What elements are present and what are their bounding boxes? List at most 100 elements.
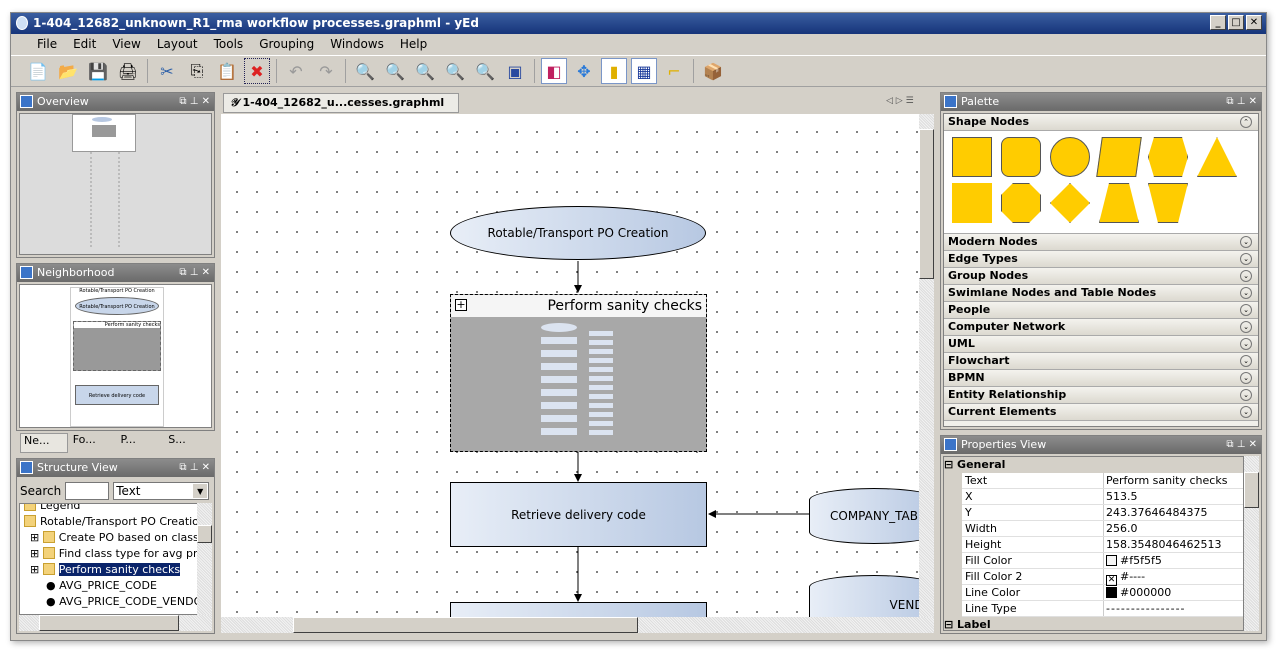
- property-row[interactable]: Width 256.0: [962, 521, 1243, 537]
- redo-icon[interactable]: ↷: [313, 58, 339, 84]
- tab-nav-icons[interactable]: ◁ ▷ ☰: [886, 96, 914, 106]
- layout-icon[interactable]: 📦: [700, 58, 726, 84]
- palette-section[interactable]: Swimlane Nodes and Table Nodes ⌄: [944, 285, 1258, 302]
- group-label[interactable]: ⊟ Label: [944, 617, 1243, 630]
- menu-layout[interactable]: Layout: [149, 37, 206, 51]
- node-retrieve-delivery-code[interactable]: Retrieve delivery code: [450, 482, 707, 547]
- node-start[interactable]: Rotable/Transport PO Creation: [450, 206, 706, 260]
- menu-view[interactable]: View: [104, 37, 148, 51]
- tree-item[interactable]: ● AVG_PRICE_CODE: [24, 578, 197, 594]
- neighborhood-canvas[interactable]: Rotable/Transport PO Creation Rotable/Tr…: [19, 284, 212, 428]
- palette-section[interactable]: Group Nodes ⌄: [944, 268, 1258, 285]
- panel-controls[interactable]: ⧉ ⊥ ✕: [1226, 93, 1257, 111]
- node-company-tab[interactable]: COMPANY_TAB: [809, 488, 919, 544]
- close-button[interactable]: ✕: [1246, 15, 1262, 30]
- shape-diamond[interactable]: [1050, 183, 1090, 223]
- shape-ellipse[interactable]: [1050, 137, 1090, 177]
- navigate-mode-icon[interactable]: ✥: [571, 58, 597, 84]
- orthogonal-edges-icon[interactable]: ⌐: [661, 58, 687, 84]
- tree-item[interactable]: ⊞ Create PO based on class ty: [24, 530, 197, 546]
- palette-section-shape-nodes[interactable]: Shape Nodes ⌃: [944, 114, 1258, 131]
- zoom-out-icon[interactable]: 🔍: [382, 58, 408, 84]
- palette-section[interactable]: UML ⌄: [944, 336, 1258, 353]
- save-icon[interactable]: 💾: [85, 58, 111, 84]
- property-row[interactable]: Y 243.37646484375: [962, 505, 1243, 521]
- overview-canvas[interactable]: [19, 113, 212, 255]
- undo-icon[interactable]: ↶: [283, 58, 309, 84]
- tree-item[interactable]: Legend: [24, 504, 197, 514]
- property-row[interactable]: Text Perform sanity checks: [962, 473, 1243, 489]
- menu-edit[interactable]: Edit: [65, 37, 104, 51]
- tab-s[interactable]: S...: [165, 433, 211, 453]
- structure-search-input[interactable]: [65, 482, 110, 500]
- new-document-icon[interactable]: 📄: [25, 58, 51, 84]
- palette-section[interactable]: Flowchart ⌄: [944, 353, 1258, 370]
- tab-folding[interactable]: Fo...: [70, 433, 116, 453]
- properties-vscrollbar[interactable]: [1244, 456, 1259, 631]
- tree-item[interactable]: ⊞ Find class type for avg price: [24, 546, 197, 562]
- select-mode-icon[interactable]: ◧: [541, 58, 567, 84]
- grid-icon[interactable]: ▦: [631, 58, 657, 84]
- snap-lines-icon[interactable]: ▮: [601, 58, 627, 84]
- panel-controls[interactable]: ⧉ ⊥ ✕: [179, 459, 210, 477]
- palette-section[interactable]: Entity Relationship ⌄: [944, 387, 1258, 404]
- cut-icon[interactable]: ✂: [154, 58, 180, 84]
- shape-octagon[interactable]: [1001, 183, 1041, 223]
- zoom-area-icon[interactable]: 🔍: [472, 58, 498, 84]
- tree-item[interactable]: ● AVG_PRICE_CODE_VENDOF: [24, 594, 197, 610]
- palette-section[interactable]: Computer Network ⌄: [944, 319, 1258, 336]
- panel-controls[interactable]: ⧉ ⊥ ✕: [179, 264, 210, 282]
- property-row[interactable]: Line Color #000000: [962, 585, 1243, 601]
- shape-rectangle-noborder[interactable]: [952, 183, 992, 223]
- panel-controls[interactable]: ⧉ ⊥ ✕: [179, 93, 210, 111]
- fit-content-icon[interactable]: ▣: [502, 58, 528, 84]
- node-vendor[interactable]: VENDO: [809, 575, 919, 617]
- panel-controls[interactable]: ⧉ ⊥ ✕: [1226, 436, 1257, 454]
- group-general[interactable]: ⊟ General: [944, 457, 1243, 473]
- shape-parallelogram[interactable]: [1096, 137, 1142, 177]
- tree-item[interactable]: Rotable/Transport PO Creation: [24, 514, 197, 530]
- tab-p[interactable]: P...: [118, 433, 164, 453]
- palette-section[interactable]: BPMN ⌄: [944, 370, 1258, 387]
- structure-vscrollbar[interactable]: [197, 503, 212, 615]
- delete-icon[interactable]: ✖: [244, 58, 270, 84]
- zoom-in-icon[interactable]: 🔍: [352, 58, 378, 84]
- shape-triangle[interactable]: [1197, 137, 1237, 177]
- property-row[interactable]: X 513.5: [962, 489, 1243, 505]
- print-icon[interactable]: 🖨: [115, 58, 141, 84]
- shape-hexagon[interactable]: [1148, 137, 1188, 177]
- menu-help[interactable]: Help: [392, 37, 435, 51]
- open-icon[interactable]: 📂: [55, 58, 81, 84]
- zoom-fit-icon[interactable]: 🔍: [442, 58, 468, 84]
- canvas-hscrollbar[interactable]: [221, 617, 934, 633]
- tab-document[interactable]: 𝒴 1-404_12682_u...cesses.graphml✕: [223, 93, 459, 127]
- tab-neighborhood[interactable]: Ne...: [20, 433, 68, 453]
- filter-select[interactable]: Text ▼: [113, 482, 210, 500]
- tree-item-selected[interactable]: ⊞ Perform sanity checks: [24, 562, 197, 578]
- shape-trapezoid[interactable]: [1099, 183, 1139, 223]
- shape-trapezoid-inverted[interactable]: [1148, 183, 1188, 223]
- minimize-button[interactable]: _: [1210, 15, 1226, 30]
- menu-grouping[interactable]: Grouping: [251, 37, 322, 51]
- palette-section[interactable]: Current Elements ⌄: [944, 404, 1258, 421]
- group-node[interactable]: Perform sanity checks +: [450, 294, 707, 452]
- paste-icon[interactable]: 📋: [214, 58, 240, 84]
- property-row[interactable]: Line Type ----------------: [962, 601, 1243, 617]
- structure-hscrollbar[interactable]: [19, 615, 212, 631]
- chevron-down-icon[interactable]: ▼: [193, 484, 208, 498]
- expand-group-icon[interactable]: +: [455, 299, 467, 311]
- node-next[interactable]: [450, 602, 707, 617]
- palette-section[interactable]: Modern Nodes ⌄: [944, 234, 1258, 251]
- menu-file[interactable]: File: [29, 37, 65, 51]
- menu-windows[interactable]: Windows: [322, 37, 392, 51]
- palette-section[interactable]: Edge Types ⌄: [944, 251, 1258, 268]
- shape-rectangle[interactable]: [952, 137, 992, 177]
- property-row[interactable]: Fill Color 2 ✕ #----: [962, 569, 1243, 586]
- copy-icon[interactable]: ⎘: [184, 58, 210, 84]
- shape-rounded-rectangle[interactable]: [1001, 137, 1041, 177]
- canvas-vscrollbar[interactable]: [919, 114, 934, 617]
- property-row[interactable]: Fill Color #f5f5f5: [962, 553, 1243, 569]
- menu-tools[interactable]: Tools: [206, 37, 252, 51]
- palette-section[interactable]: People ⌄: [944, 302, 1258, 319]
- graph-canvas[interactable]: Rotable/Transport PO Creation Perform sa…: [221, 114, 919, 617]
